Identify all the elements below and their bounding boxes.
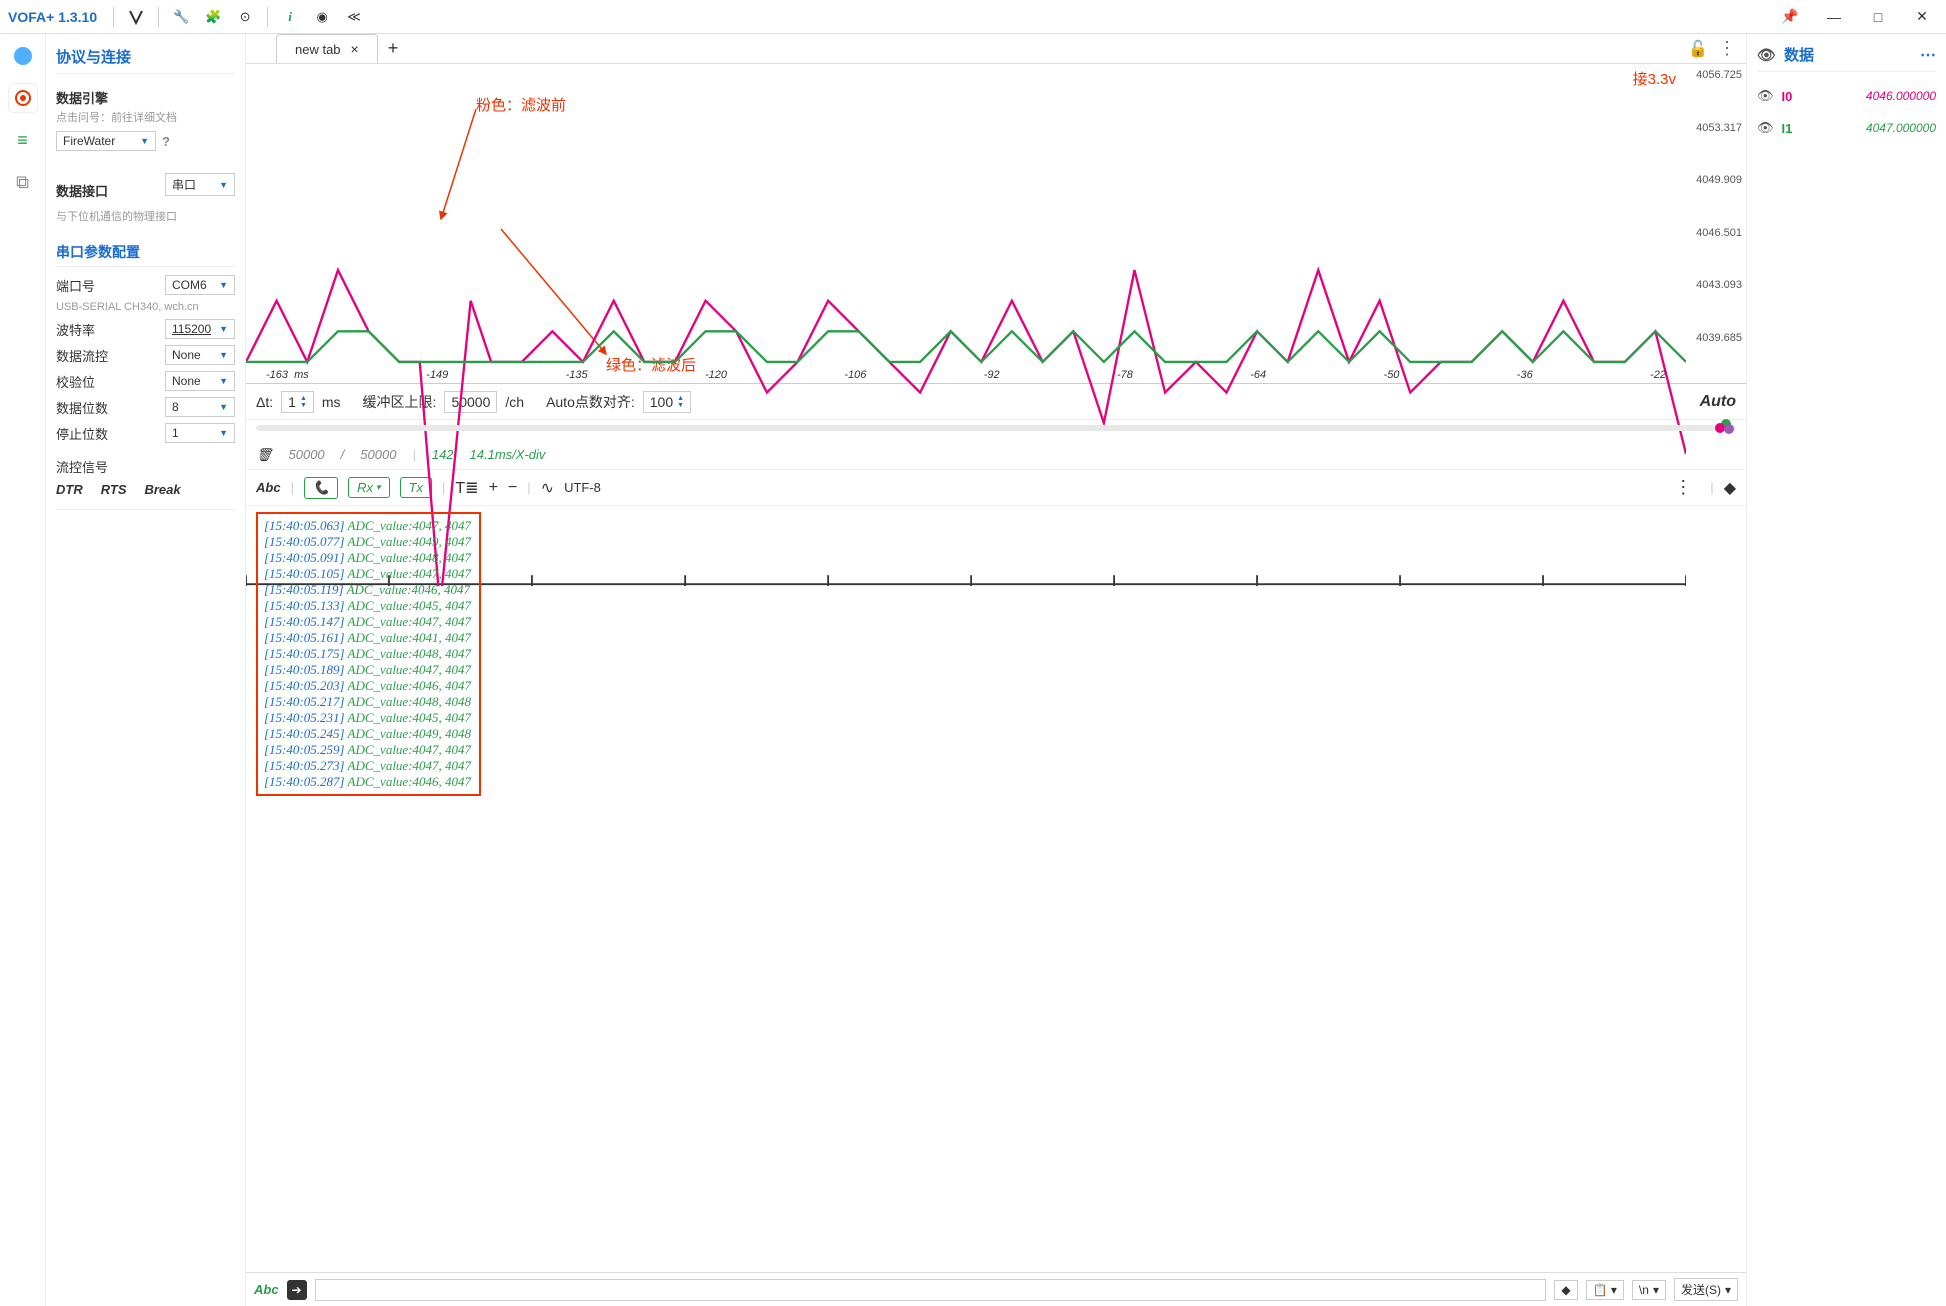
data-row[interactable]: 👁I14047.000000 bbox=[1757, 120, 1936, 136]
tab-menu-icon[interactable]: ⋮ bbox=[1718, 38, 1736, 59]
flow-label: 数据流控 bbox=[56, 346, 108, 365]
tool-blue-dot[interactable] bbox=[9, 42, 37, 70]
pin-icon[interactable]: 📌 bbox=[1774, 5, 1806, 29]
add-tab-button[interactable]: + bbox=[388, 38, 399, 59]
databits-select[interactable]: 8▼ bbox=[165, 397, 235, 417]
break-toggle[interactable]: Break bbox=[144, 482, 180, 497]
tab-newtab[interactable]: new tab × bbox=[276, 34, 378, 63]
serial-title: 串口参数配置 bbox=[56, 242, 235, 267]
parity-label: 校验位 bbox=[56, 372, 95, 391]
menu-icon[interactable]: ≡ bbox=[9, 126, 37, 154]
info-icon[interactable]: i bbox=[278, 5, 302, 29]
x-ticks: -163 ms-149-135-120-106-92-78-64-50-36-2… bbox=[246, 369, 1686, 381]
help-icon[interactable]: ? bbox=[162, 134, 170, 149]
eye-icon[interactable]: 👁 bbox=[1757, 88, 1774, 104]
port-select[interactable]: COM6▼ bbox=[165, 275, 235, 295]
eraser-icon[interactable]: ◆ bbox=[1724, 478, 1736, 498]
interface-select[interactable]: 串口▼ bbox=[165, 173, 235, 196]
send-input[interactable] bbox=[315, 1279, 1547, 1301]
send-mode-icon[interactable]: ➔ bbox=[287, 1280, 307, 1300]
right-title: 数据 bbox=[1784, 44, 1814, 65]
flow-select[interactable]: None▼ bbox=[165, 345, 235, 365]
newline-select[interactable]: \n ▾ bbox=[1632, 1280, 1666, 1300]
interface-hint: 与下位机通信的物理接口 bbox=[56, 208, 235, 224]
copy-icon[interactable]: ⧉ bbox=[9, 168, 37, 196]
parity-select[interactable]: None▼ bbox=[165, 371, 235, 391]
interface-title: 数据接口 bbox=[56, 181, 108, 200]
engine-hint: 点击问号：前往详细文档 bbox=[56, 109, 235, 125]
terminal[interactable]: [15:40:05.063] ADC_value:4047, 4047[15:4… bbox=[246, 506, 1746, 1272]
tabs: new tab × + 🔓 ⋮ bbox=[246, 34, 1746, 64]
engine-title: 数据引擎 bbox=[56, 88, 235, 107]
sidebar-title: 协议与连接 bbox=[56, 46, 235, 74]
history-icon[interactable]: 📋 ▾ bbox=[1586, 1280, 1624, 1300]
auto-button[interactable]: Auto bbox=[1700, 393, 1736, 411]
puzzle-icon[interactable]: 🧩 bbox=[201, 5, 225, 29]
right-panel: 👁 数据 ⋯ 👁I04046.000000 👁I14047.000000 bbox=[1746, 34, 1946, 1306]
stopbits-select[interactable]: 1▼ bbox=[165, 423, 235, 443]
chart[interactable]: 接3.3v 粉色：滤波前 绿色：滤波后 4056.7254053.3174049… bbox=[246, 64, 1746, 384]
slider[interactable] bbox=[246, 420, 1746, 440]
eye-icon[interactable]: 👁 bbox=[1757, 120, 1774, 136]
v-icon[interactable] bbox=[124, 5, 148, 29]
fingerprint-icon[interactable]: ◉ bbox=[310, 5, 334, 29]
collapse-icon[interactable]: ≪ bbox=[342, 5, 366, 29]
toolstrip: ≡ ⧉ bbox=[0, 34, 46, 1306]
send-button[interactable]: 发送(S) ▾ bbox=[1674, 1278, 1738, 1301]
data-row[interactable]: 👁I04046.000000 bbox=[1757, 88, 1936, 104]
engine-select[interactable]: FireWater▼ bbox=[56, 131, 156, 151]
sidebar: 协议与连接 数据引擎 点击问号：前往详细文档 FireWater▼ ? 数据接口… bbox=[46, 34, 246, 1306]
wrench-icon[interactable]: 🔧 bbox=[169, 5, 193, 29]
close-tab-icon[interactable]: × bbox=[351, 41, 359, 57]
rts-toggle[interactable]: RTS bbox=[101, 482, 127, 497]
baud-select[interactable]: 115200▼ bbox=[165, 319, 235, 339]
send-bar: Abc ➔ ◆ 📋 ▾ \n ▾ 发送(S) ▾ bbox=[246, 1272, 1746, 1306]
port-label: 端口号 bbox=[56, 276, 95, 295]
right-menu-icon[interactable]: ⋯ bbox=[1920, 45, 1936, 65]
minimize-button[interactable]: — bbox=[1818, 5, 1850, 29]
signal-title: 流控信号 bbox=[56, 457, 235, 476]
target-icon[interactable]: ⊙ bbox=[233, 5, 257, 29]
stopbits-label: 停止位数 bbox=[56, 424, 108, 443]
app-title: VOFA+ 1.3.10 bbox=[8, 9, 97, 25]
titlebar: VOFA+ 1.3.10 🔧 🧩 ⊙ i ◉ ≪ 📌 — □ ✕ bbox=[0, 0, 1946, 34]
eye-icon[interactable]: 👁 bbox=[1757, 46, 1776, 64]
close-button[interactable]: ✕ bbox=[1906, 5, 1938, 29]
lock-icon[interactable]: 🔓 bbox=[1688, 39, 1708, 59]
baud-label: 波特率 bbox=[56, 320, 95, 339]
send-abc[interactable]: Abc bbox=[254, 1282, 279, 1297]
tool-record[interactable] bbox=[9, 84, 37, 112]
eraser2-icon[interactable]: ◆ bbox=[1554, 1280, 1577, 1300]
databits-label: 数据位数 bbox=[56, 398, 108, 417]
dtr-toggle[interactable]: DTR bbox=[56, 482, 83, 497]
center-panel: new tab × + 🔓 ⋮ 接3.3v 粉色：滤波前 绿色：滤波后 4056… bbox=[246, 34, 1746, 1306]
maximize-button[interactable]: □ bbox=[1862, 5, 1894, 29]
y-ticks: 4056.7254053.3174049.9094046.5014043.093… bbox=[1696, 64, 1742, 344]
port-hint: USB-SERIAL CH340, wch.cn bbox=[56, 301, 235, 313]
